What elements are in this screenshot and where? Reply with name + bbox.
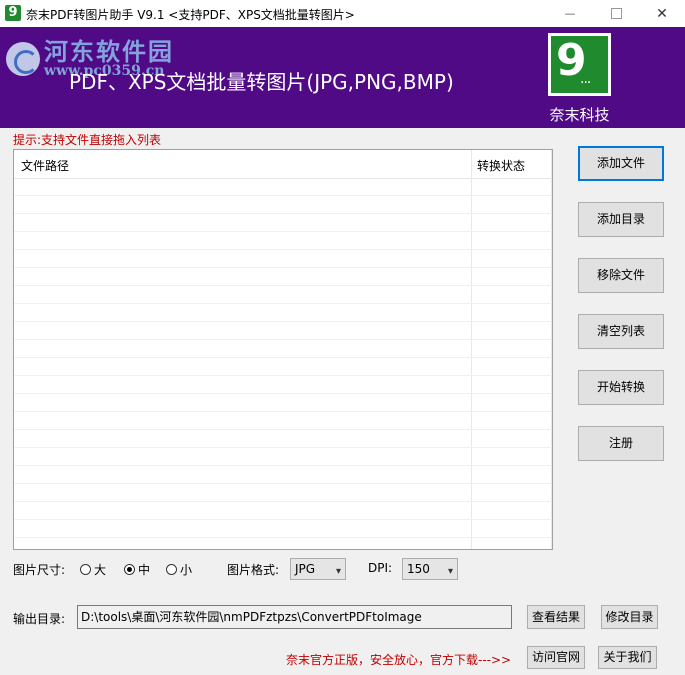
column-header-status[interactable]: 转换状态 xyxy=(477,157,525,174)
row-gridline xyxy=(14,375,552,376)
brand-logo-icon: 9 ... xyxy=(548,33,611,96)
minimize-button[interactable]: — xyxy=(547,0,593,27)
dpi-select[interactable]: 150 ▾ xyxy=(402,558,458,580)
row-gridline xyxy=(14,429,552,430)
add-file-button[interactable]: 添加文件 xyxy=(578,146,664,181)
output-dir-field[interactable]: D:\tools\桌面\河东软件园\nmPDFztpzs\ConvertPDFt… xyxy=(77,605,512,629)
close-icon: ✕ xyxy=(656,5,668,22)
register-button[interactable]: 注册 xyxy=(578,426,664,461)
maximize-button[interactable] xyxy=(593,0,639,27)
banner-title: PDF、XPS文档批量转图片(JPG,PNG,BMP) xyxy=(69,70,454,94)
watermark-name: 河东软件园 xyxy=(44,37,174,66)
row-gridline xyxy=(14,501,552,502)
row-gridline xyxy=(14,339,552,340)
row-gridline xyxy=(14,393,552,394)
watermark-logo-icon xyxy=(6,42,40,76)
app-icon: 9 xyxy=(5,5,21,21)
image-size-label: 图片尺寸: xyxy=(13,563,66,577)
title-bar: 9 奈末PDF转图片助手 V9.1 <支持PDF、XPS文档批量转图片> — ✕ xyxy=(0,0,685,27)
brand-name: 奈末科技 xyxy=(549,106,610,124)
dpi-label: DPI: xyxy=(368,561,393,575)
row-gridline xyxy=(14,321,552,322)
radio-checked-icon xyxy=(124,564,135,575)
column-header-path[interactable]: 文件路径 xyxy=(21,157,69,174)
start-convert-button[interactable]: 开始转换 xyxy=(578,370,664,405)
row-gridline xyxy=(14,519,552,520)
chevron-down-icon: ▾ xyxy=(335,566,341,577)
maximize-icon xyxy=(610,8,622,19)
close-button[interactable]: ✕ xyxy=(639,0,685,27)
row-gridline xyxy=(14,267,552,268)
minimize-icon: — xyxy=(564,7,576,20)
column-divider xyxy=(551,150,552,549)
row-gridline xyxy=(14,537,552,538)
image-format-label: 图片格式: xyxy=(227,563,280,577)
row-gridline xyxy=(14,447,552,448)
row-gridline xyxy=(14,483,552,484)
remove-file-button[interactable]: 移除文件 xyxy=(578,258,664,293)
output-dir-label: 输出目录: xyxy=(13,612,66,626)
dpi-value: 150 xyxy=(407,562,430,576)
format-select[interactable]: JPG ▾ xyxy=(290,558,346,580)
size-medium-radio[interactable]: 中 xyxy=(124,561,150,578)
chevron-down-icon: ▾ xyxy=(447,566,453,577)
window-title: 奈末PDF转图片助手 V9.1 <支持PDF、XPS文档批量转图片> xyxy=(26,8,355,22)
row-gridline xyxy=(14,231,552,232)
about-button[interactable]: 关于我们 xyxy=(598,646,657,669)
size-medium-label: 中 xyxy=(138,563,151,577)
clear-list-button[interactable]: 清空列表 xyxy=(578,314,664,349)
size-large-radio[interactable]: 大 xyxy=(80,561,106,578)
file-list[interactable]: 文件路径 转换状态 xyxy=(13,149,553,550)
change-dir-button[interactable]: 修改目录 xyxy=(601,605,658,629)
radio-icon xyxy=(166,564,177,575)
brand-logo-dots: ... xyxy=(580,71,591,87)
row-gridline xyxy=(14,303,552,304)
size-small-radio[interactable]: 小 xyxy=(166,561,192,578)
add-directory-button[interactable]: 添加目录 xyxy=(578,202,664,237)
radio-icon xyxy=(80,564,91,575)
row-gridline xyxy=(14,357,552,358)
size-small-label: 小 xyxy=(180,563,193,577)
column-divider xyxy=(471,150,472,549)
header-banner: 河东软件园 www.pc0359.cn PDF、XPS文档批量转图片(JPG,P… xyxy=(0,27,685,128)
visit-site-button[interactable]: 访问官网 xyxy=(527,646,585,669)
row-gridline xyxy=(14,195,552,196)
size-large-label: 大 xyxy=(94,563,107,577)
drag-hint: 提示:支持文件直接拖入列表 xyxy=(13,133,162,147)
row-gridline xyxy=(14,465,552,466)
row-gridline xyxy=(14,213,552,214)
format-value: JPG xyxy=(295,562,316,576)
footer-slogan: 奈末官方正版，安全放心，官方下载--->> xyxy=(286,653,512,667)
view-result-button[interactable]: 查看结果 xyxy=(527,605,585,629)
row-gridline xyxy=(14,285,552,286)
row-gridline xyxy=(14,411,552,412)
row-gridline xyxy=(14,249,552,250)
